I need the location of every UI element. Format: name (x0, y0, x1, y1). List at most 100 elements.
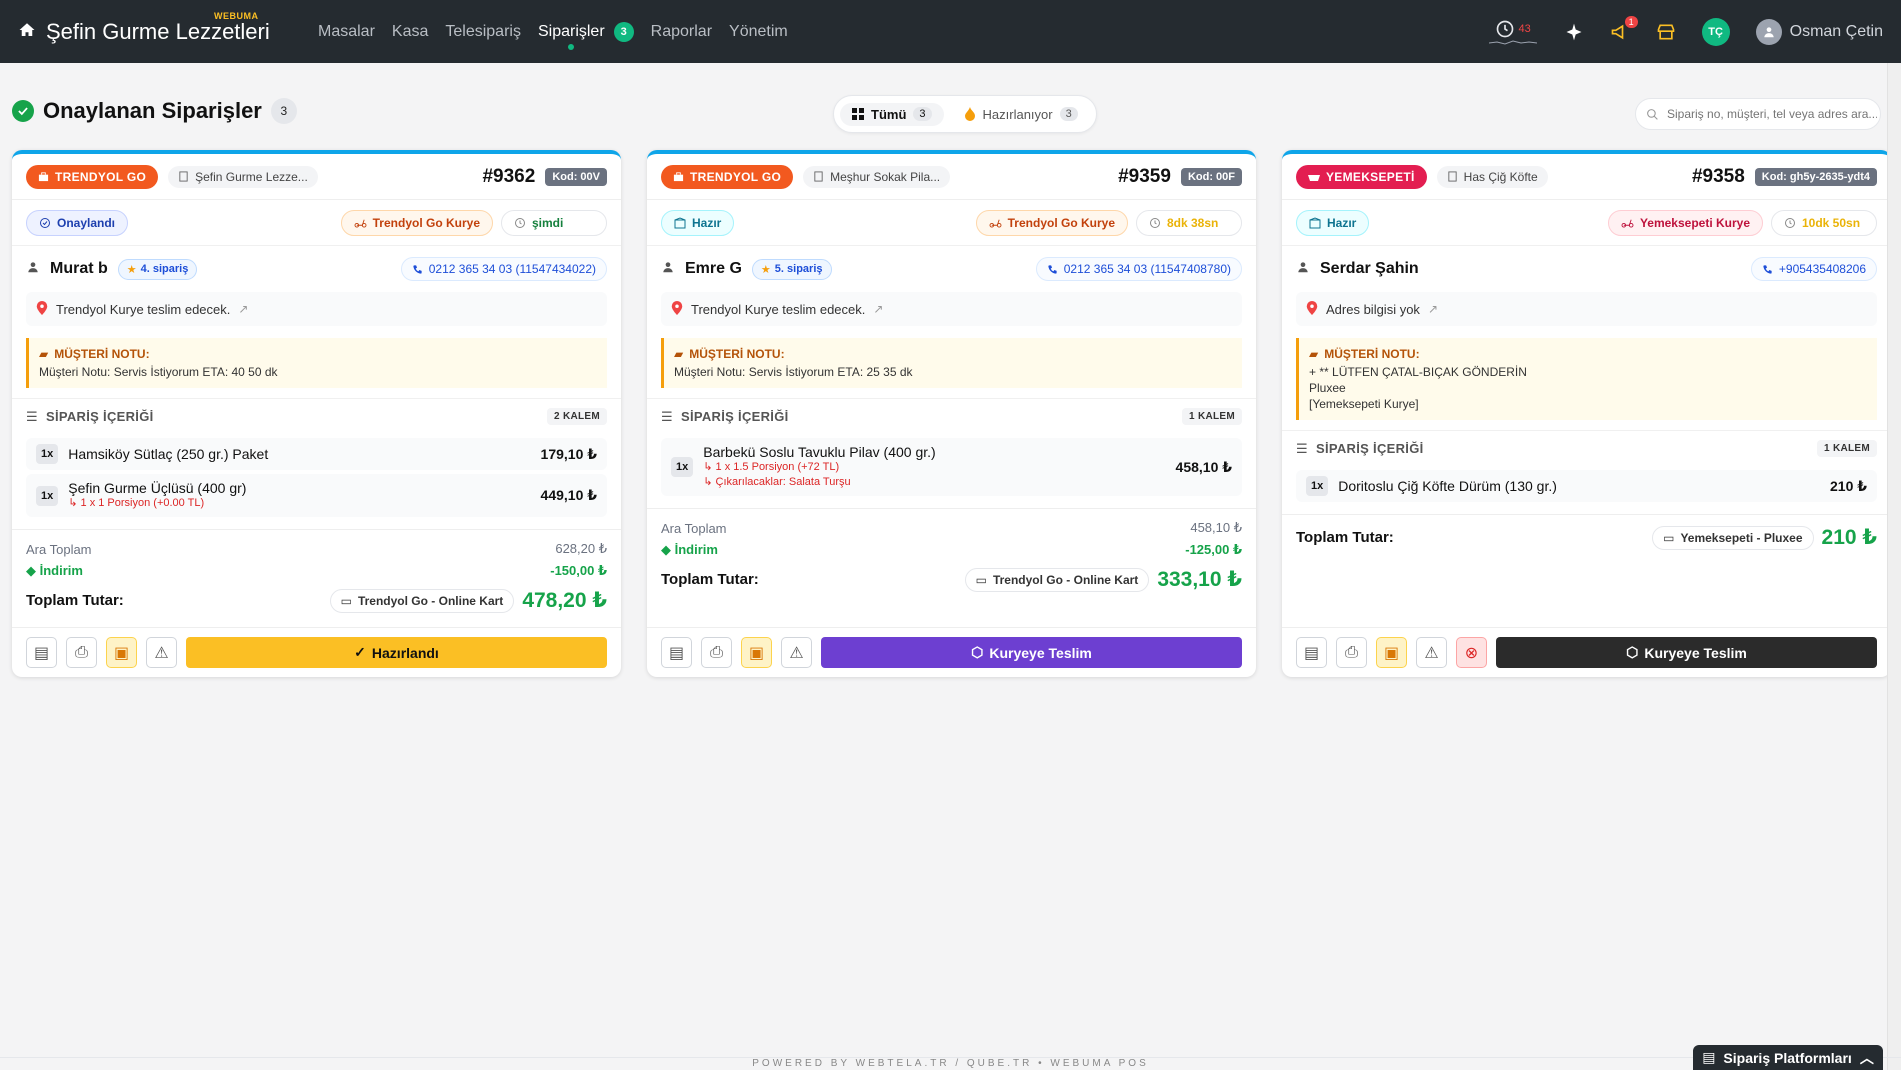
search-input[interactable] (1667, 107, 1877, 121)
check-circle-icon (40, 217, 50, 228)
check-circle-icon (12, 100, 34, 122)
section-title: SİPARİŞ İÇERİĞİ (1315, 441, 1424, 456)
clock-widget[interactable]: 43 (1488, 14, 1538, 50)
payment-badge: ▭ Trendyol Go - Online Kart (964, 567, 1150, 592)
total-label: Toplam Tutar: (661, 571, 759, 588)
item-qty: 1x (36, 485, 59, 506)
brand[interactable]: Şefin Gurme Lezzetleri WEBUMA (18, 11, 318, 45)
notification-badge: 1 (1624, 15, 1638, 28)
scan-button[interactable]: ▣ (741, 637, 772, 668)
mark-prepared-button[interactable]: ✓ Hazırlandı (186, 637, 607, 668)
elapsed-time-label: 8dk 38sn (1167, 215, 1219, 230)
cancel-button[interactable]: ⊗ (1456, 637, 1487, 668)
external-link-icon[interactable]: ↗ (873, 302, 883, 316)
store-icon[interactable] (1656, 22, 1676, 42)
phone-link[interactable]: +905435408206 (1750, 257, 1877, 281)
nav-telesiparis[interactable]: Telesipariş (445, 23, 521, 41)
scan-button[interactable]: ▣ (106, 637, 137, 668)
nav-masalar[interactable]: Masalar (318, 23, 375, 41)
totals: Ara Toplam 628,20 ₺ ◆ İndirim -150,00 ₺ (12, 529, 621, 582)
elapsed-time: 10dk 50sn (1771, 209, 1877, 236)
item-option: ↳ 1 x 1 Porsiyon (+0.00 TL) (68, 497, 205, 509)
sparkle-icon[interactable] (1564, 22, 1584, 42)
discount-label: İndirim (39, 563, 83, 578)
print-button[interactable]: ⎙ (66, 637, 97, 668)
platforms-button[interactable]: ▤ Sipariş Platformları ︿ (1693, 1045, 1883, 1070)
courier-badge: Trendyol Go Kurye (340, 209, 493, 236)
receipt-button[interactable]: ▤ (26, 637, 57, 668)
hand-to-courier-button[interactable]: ⬡ Kuryeye Teslim (821, 637, 1242, 668)
nav-kasa[interactable]: Kasa (392, 23, 428, 41)
warning-button[interactable]: ⚠ (781, 637, 812, 668)
nav-yonetim[interactable]: Yönetim (729, 23, 788, 41)
status-row: Hazır Trendyol Go Kurye 8dk 38sn (647, 200, 1256, 246)
order-number: #9359 (1118, 165, 1171, 187)
shop-bag-icon (38, 172, 49, 182)
items-count: 2 KALEM (547, 408, 607, 425)
filter-preparing[interactable]: Hazırlanıyor 3 (952, 103, 1090, 126)
restaurant-badge: Şefin Gurme Lezze... (168, 165, 318, 188)
list-icon: ☰ (661, 408, 673, 424)
hand-to-courier-button[interactable]: ⬡ Kuryeye Teslim (1496, 637, 1877, 668)
total-value: 333,10 ₺ (1157, 568, 1242, 591)
clock-icon (1150, 217, 1160, 228)
external-link-icon[interactable]: ↗ (1428, 302, 1438, 316)
scrollbar[interactable] (1887, 63, 1901, 1070)
total-value: 210 ₺ (1821, 526, 1877, 549)
warning-button[interactable]: ⚠ (1416, 637, 1447, 668)
list-item: 1x Barbekü Soslu Tavuklu Pilav (400 gr.)… (661, 438, 1242, 496)
user-icon (661, 260, 675, 279)
print-button[interactable]: ⎙ (1336, 637, 1367, 668)
phone-link[interactable]: 0212 365 34 03 (11547434022) (400, 257, 607, 281)
subtotal-value: 628,20 ₺ (555, 541, 607, 556)
warning-icon: ⚠ (789, 644, 804, 662)
order-card-9358: YEMEKSEPETİ Has Çiğ Köfte #9358 Kod: gh5… (1282, 150, 1891, 677)
search-box[interactable] (1635, 98, 1881, 130)
shop-bag-icon (673, 172, 684, 182)
filter-all-count: 3 (913, 107, 932, 121)
box-icon (1309, 216, 1321, 228)
list-item: 1x Doritoslu Çiğ Köfte Dürüm (130 gr.) 2… (1296, 470, 1877, 502)
avatar[interactable]: TÇ (1701, 17, 1730, 46)
nav-raporlar[interactable]: Raporlar (651, 23, 712, 41)
flame-icon (964, 107, 975, 121)
subtotal-value: 458,10 ₺ (1190, 520, 1242, 535)
receipt-button[interactable]: ▤ (661, 637, 692, 668)
scan-button[interactable]: ▣ (1376, 637, 1407, 668)
external-link-icon[interactable]: ↗ (238, 302, 248, 316)
search-icon (1647, 108, 1658, 120)
payment-label: Yemeksepeti - Pluxee (1680, 530, 1803, 545)
package-icon: ⬡ (1626, 644, 1639, 660)
user-menu[interactable]: Osman Çetin (1755, 18, 1883, 45)
print-button[interactable]: ⎙ (701, 637, 732, 668)
totals: Ara Toplam 458,10 ₺ ◆ İndirim -125,00 ₺ (647, 508, 1256, 561)
customer-note: ▰ MÜŞTERİ NOTU: Müşteri Notu: Servis İsti… (26, 338, 607, 388)
megaphone-icon[interactable]: 1 (1610, 15, 1638, 42)
filter-all[interactable]: Tümü 3 (840, 102, 944, 126)
address-row: Trendyol Kurye teslim edecek. ↗ (26, 292, 607, 326)
warning-button[interactable]: ⚠ (146, 637, 177, 668)
item-name: Doritoslu Çiğ Köfte Dürüm (130 gr.) (1338, 478, 1557, 494)
item-price: 210 ₺ (1830, 477, 1867, 494)
card-icon: ▭ (340, 593, 352, 608)
restaurant-badge: Has Çiğ Köfte (1436, 165, 1548, 188)
status-label: Onaylandı (57, 215, 116, 230)
order-count-label: 5. sipariş (774, 263, 823, 275)
filter-preparing-label: Hazırlanıyor (982, 106, 1053, 122)
customer-row: Emre G ★ 5. sipariş 0212 365 34 03 (11547… (647, 246, 1256, 292)
item-price: 458,10 ₺ (1175, 458, 1232, 475)
order-items-header: ☰ SİPARİŞ İÇERİĞİ 1 KALEM (1282, 430, 1891, 466)
close-circle-icon: ⊗ (1464, 644, 1479, 662)
platform-label: TRENDYOL GO (55, 169, 147, 184)
card-actions: ▤ ⎙ ▣ ⚠ ⬡ Kuryeye Teslim (647, 627, 1256, 677)
list-icon: ☰ (1296, 440, 1308, 456)
payment-badge: ▭ Trendyol Go - Online Kart (329, 588, 515, 613)
receipt-icon: ▤ (33, 644, 50, 662)
building-icon (179, 171, 188, 182)
platform-label: YEMEKSEPETİ (1326, 169, 1415, 184)
receipt-button[interactable]: ▤ (1296, 637, 1327, 668)
phone-link[interactable]: 0212 365 34 03 (11547408780) (1035, 257, 1242, 281)
nav-siparisler[interactable]: Siparişler (538, 23, 605, 41)
scooter-icon (1621, 219, 1634, 228)
brand-name: Şefin Gurme Lezzetleri (46, 18, 270, 44)
